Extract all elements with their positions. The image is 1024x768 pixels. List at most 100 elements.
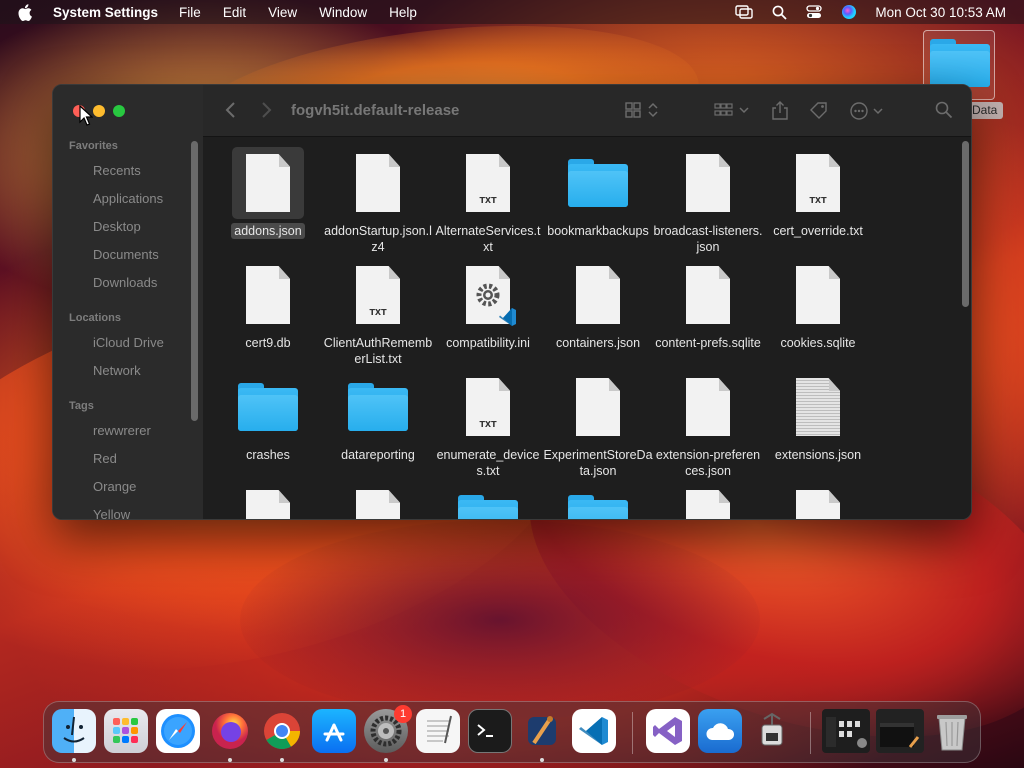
back-button[interactable]	[225, 101, 237, 119]
file-item-partial[interactable]	[323, 483, 433, 519]
file-item[interactable]: content-prefs.sqlite	[653, 259, 763, 351]
file-item[interactable]: cert9.db	[213, 259, 323, 351]
dock-xcode[interactable]	[520, 709, 564, 753]
file-item-partial[interactable]	[653, 483, 763, 519]
file-item-partial[interactable]	[433, 483, 543, 519]
file-item[interactable]: cookies.sqlite	[763, 259, 873, 351]
window-preview-icon	[826, 717, 867, 748]
sidebar-tag-yellow[interactable]: Yellow	[93, 507, 130, 519]
file-item-partial[interactable]	[543, 483, 653, 519]
file-item-partial[interactable]	[213, 483, 323, 519]
sidebar-item-downloads[interactable]: Downloads	[93, 275, 157, 290]
dock-window-preview[interactable]	[822, 709, 870, 753]
dock-finder[interactable]	[52, 709, 96, 753]
dock-weather[interactable]	[698, 709, 742, 753]
sidebar-tag-rewwrerer[interactable]: rewwrerer	[93, 423, 151, 438]
group-by-button[interactable]	[714, 101, 750, 119]
forward-button[interactable]	[260, 101, 272, 119]
file-icon-wrapper	[342, 371, 414, 443]
dock-textedit[interactable]	[416, 709, 460, 753]
visual-studio-icon	[653, 717, 682, 745]
text-file-icon: TXT	[356, 266, 400, 324]
dock-app-store[interactable]	[312, 709, 356, 753]
wallpaper-wave	[240, 520, 760, 720]
dock-system-settings[interactable]: 1	[364, 705, 412, 753]
dock-trash[interactable]	[930, 709, 974, 753]
finder-main: fogvh5it.default-release addons.json addo…	[203, 85, 971, 519]
minimize-button[interactable]	[93, 105, 105, 117]
file-name: ExperimentStoreData.json	[543, 448, 653, 478]
file-item[interactable]: TXT AlternateServices.txt	[433, 147, 543, 255]
file-type-tag: TXT	[479, 196, 497, 205]
menu-edit[interactable]: Edit	[223, 5, 246, 20]
file-item[interactable]: extensions.json	[763, 371, 873, 463]
sidebar-scrollbar[interactable]	[191, 141, 198, 421]
siri-icon[interactable]	[840, 4, 858, 20]
spotlight-search-icon[interactable]	[770, 4, 788, 20]
menu-help[interactable]: Help	[389, 5, 417, 20]
dock-terminal[interactable]	[468, 709, 512, 753]
sidebar-item-recents[interactable]: Recents	[93, 163, 141, 178]
more-actions-button[interactable]	[849, 101, 887, 121]
file-item[interactable]: containers.json	[543, 259, 653, 351]
zoom-button[interactable]	[113, 105, 125, 117]
file-item[interactable]: TXT enumerate_devices.txt	[433, 371, 543, 479]
running-indicator	[280, 758, 284, 762]
file-name: cert9.db	[245, 336, 291, 350]
dock-visual-studio[interactable]	[646, 709, 690, 753]
sidebar-item-network[interactable]: Network	[93, 363, 141, 378]
sidebar-tag-red[interactable]: Red	[93, 451, 117, 466]
content-scrollbar[interactable]	[962, 141, 969, 307]
dock-chrome[interactable]	[260, 709, 304, 753]
document-icon	[686, 154, 730, 212]
search-icon[interactable]	[935, 101, 953, 119]
tag-button[interactable]	[809, 101, 829, 121]
menu-window[interactable]: Window	[319, 5, 367, 20]
file-item[interactable]: crashes	[213, 371, 323, 463]
file-item[interactable]: extension-preferences.json	[653, 371, 763, 479]
cloud-icon	[706, 723, 735, 740]
file-item[interactable]: addons.json	[213, 147, 323, 239]
file-item-partial[interactable]	[763, 483, 873, 519]
file-item[interactable]: broadcast-listeners.json	[653, 147, 763, 255]
file-item[interactable]: ExperimentStoreData.json	[543, 371, 653, 479]
screen-mirroring-icon[interactable]	[735, 4, 754, 20]
text-file-icon: TXT	[796, 154, 840, 212]
file-item[interactable]: compatibility.ini	[433, 259, 543, 351]
control-center-icon[interactable]	[805, 4, 823, 20]
file-icon-wrapper	[452, 483, 524, 519]
sidebar-item-icloud-drive[interactable]: iCloud Drive	[93, 335, 164, 350]
menu-app-name[interactable]: System Settings	[53, 5, 158, 20]
menu-file[interactable]: File	[179, 5, 201, 20]
sidebar-item-applications[interactable]: Applications	[93, 191, 163, 206]
menu-clock[interactable]: Mon Oct 30 10:53 AM	[875, 5, 1006, 20]
file-type-tag: TXT	[369, 308, 387, 317]
document-icon	[246, 154, 290, 212]
file-item[interactable]: TXT ClientAuthRememberList.txt	[323, 259, 433, 367]
apple-menu-icon[interactable]	[18, 3, 36, 21]
view-icon-grid-button[interactable]	[625, 101, 661, 119]
sidebar-tag-orange[interactable]: Orange	[93, 479, 136, 494]
dock-vscode[interactable]	[572, 709, 616, 753]
file-item[interactable]: bookmarkbackups	[543, 147, 653, 239]
dock-automator[interactable]	[750, 709, 794, 753]
sidebar-item-desktop[interactable]: Desktop	[93, 219, 141, 234]
dock-window-preview-2[interactable]	[876, 709, 924, 753]
dock-launchpad[interactable]	[104, 709, 148, 753]
running-indicator	[72, 758, 76, 762]
menu-view[interactable]: View	[268, 5, 297, 20]
window-preview-icon	[880, 723, 920, 748]
sidebar-item-documents[interactable]: Documents	[93, 247, 159, 262]
dock-firefox[interactable]	[208, 709, 252, 753]
file-icon-wrapper	[232, 147, 304, 219]
chrome-icon	[264, 713, 300, 750]
share-button[interactable]	[771, 101, 789, 121]
file-type-tag: TXT	[479, 420, 497, 429]
file-item[interactable]: addonStartup.json.lz4	[323, 147, 433, 255]
file-item[interactable]: TXT cert_override.txt	[763, 147, 873, 239]
dock-safari[interactable]	[156, 709, 200, 753]
file-icon-wrapper	[782, 483, 854, 519]
file-icon-wrapper	[342, 483, 414, 519]
file-item[interactable]: datareporting	[323, 371, 433, 463]
file-name: containers.json	[555, 336, 641, 350]
